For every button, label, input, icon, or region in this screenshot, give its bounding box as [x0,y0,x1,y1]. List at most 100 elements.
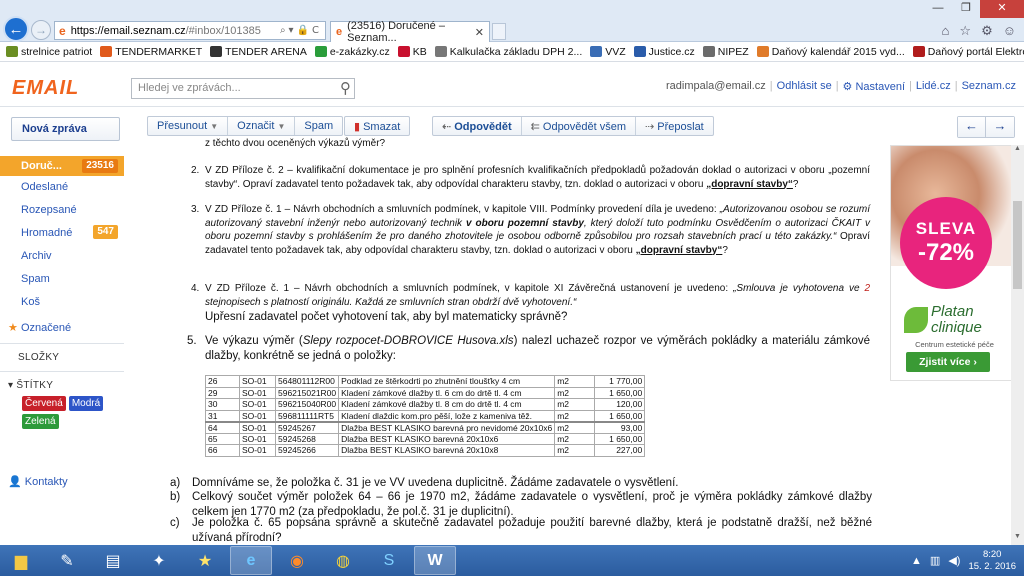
favorite-label: TENDER ARENA [225,45,307,58]
chrome-icon[interactable]: ◍ [322,546,364,575]
table-cell: 596215021R00 [274,386,340,399]
settings-link[interactable]: ⚙ Nastavení [843,80,905,93]
table-row: 29 SO-01 596215021R00 Kladení zámkové dlažb… [205,386,646,399]
ad-cta-label: Zjistit více [919,356,971,368]
firefox-icon[interactable]: ◉ [276,546,318,575]
people-link[interactable]: Lidé.cz [916,80,951,93]
sidebar-folder[interactable]: Doruč... 23516 [0,156,124,176]
sidebar-divider [0,371,124,372]
table-cell: SO-01 [239,420,276,434]
scanner-app-icon[interactable]: ✦ [138,546,180,575]
favorite-label: Daňový kalendář 2015 vyd... [771,45,905,58]
sidebar-folder[interactable]: Archiv [0,245,124,268]
trash-icon: ▮ [354,121,361,133]
minimize-button[interactable]: — [924,0,952,18]
table-cell: m2 [554,409,596,422]
table-cell: SO-01 [239,386,276,399]
advertisement-banner[interactable]: SLEVA -72% Platan clinique Centrum estet… [890,145,1017,381]
table-cell: Dlažba BEST KLASIKO barevná 20x10x6 [338,432,556,445]
favorites-star-icon[interactable]: ☆ [959,23,971,39]
paint-icon[interactable]: ✎ [46,546,88,575]
clock-date: 15. 2. 2016 [968,560,1016,572]
app-star-icon[interactable]: ★ [184,546,226,575]
favorite-favicon-icon [434,46,447,57]
search-icon[interactable]: ⚲ [340,79,351,97]
favorite-link[interactable]: strelnice patriot [6,46,92,58]
sidebar-folder[interactable]: Spam [0,268,124,291]
address-tools-icon[interactable]: ⌕▾🔒Ⅽ [280,25,325,36]
ad-brand: Platan clinique [931,304,982,336]
favorite-link[interactable]: VVZ [590,46,626,58]
forward-button[interactable]: → [31,20,51,40]
site-favicon-icon: e [59,23,66,38]
label-tag[interactable]: Modrá [68,396,104,411]
vertical-scrollbar[interactable]: ▲ ▼ [1011,145,1024,545]
favorite-link[interactable]: Justice.cz [633,46,695,58]
sidebar-folder[interactable]: Rozepsané [0,199,124,222]
sidebar-folder[interactable]: Koš [0,291,124,314]
forward-mail-button[interactable]: ⇢ Přeposlat [636,117,713,135]
favorite-link[interactable]: NIPEZ [702,46,749,58]
close-window-button[interactable]: ✕ [980,0,1024,18]
reply-button[interactable]: ⇠ Odpovědět [433,117,522,135]
home-icon[interactable]: ⌂ [942,23,950,39]
sidebar-folder[interactable]: Hromadné 547 [0,222,124,245]
network-icon[interactable]: ▥ [930,554,940,567]
seznam-link[interactable]: Seznam.cz [962,80,1016,93]
contacts-link[interactable]: 👤 Kontakty [8,475,68,488]
logout-link[interactable]: Odhlásit se [777,80,832,93]
scroll-down-icon[interactable]: ▼ [1011,533,1024,545]
spam-button[interactable]: Spam [295,117,342,135]
ad-cta-button[interactable]: Zjistit více › [906,352,990,372]
mark-button[interactable]: Označit ▼ [228,117,296,135]
favorite-link[interactable]: e-zakázky.cz [314,46,390,58]
back-button[interactable]: ← [3,16,29,42]
sidebar-folder[interactable]: ★ Označené [0,317,124,340]
table-cell: m2 [554,432,596,445]
printer-icon[interactable]: ▤ [92,546,134,575]
p3-quote-bold: v oboru pozemní stavby [465,217,584,229]
labels-section-toggle[interactable]: ▾ ŠTÍTKY [0,375,124,396]
scrollbar-thumb[interactable] [1013,201,1022,289]
clock[interactable]: 8:20 15. 2. 2016 [968,549,1016,573]
settings-gear-icon[interactable]: ⚙ [981,23,993,39]
sidebar-folder[interactable]: Odeslané [0,176,124,199]
table-cell: SO-01 [239,375,276,388]
favorite-link[interactable]: Daňový kalendář 2015 vyd... [756,45,905,58]
reply-all-button[interactable]: ⇇ Odpovědět všem [522,117,637,135]
settings-label: Nastavení [855,81,905,93]
favorite-link[interactable]: Daňový portál Elektronick... [912,46,1024,58]
paragraph-number: 5. [187,335,197,347]
maximize-button[interactable]: ❐ [952,0,980,18]
folder-label: Spam [21,273,50,285]
label-tag[interactable]: Zelená [22,414,59,429]
tab-inbox[interactable]: e (23516) Doručené – Seznam... ✕ [330,20,490,44]
move-button[interactable]: Přesunout ▼ [148,117,229,135]
file-explorer-icon[interactable]: ▆ [0,546,42,575]
email-logo[interactable]: EMAIL [12,77,79,100]
internet-explorer-icon[interactable]: e [230,546,272,575]
skype-icon[interactable]: S [368,546,410,575]
folders-section-toggle[interactable]: SLOŽKY [0,347,124,368]
smiley-icon[interactable]: ☺ [1003,23,1016,39]
tray-arrow-icon[interactable]: ▲ [911,555,922,567]
search-input[interactable]: Hledej ve zprávách... ⚲ [131,78,355,99]
new-tab-button[interactable] [492,23,506,40]
delete-button[interactable]: ▮ Smazat [345,117,409,135]
word-icon[interactable]: W [414,546,456,575]
favorite-link[interactable]: Kalkulačka základu DPH 2... [434,46,582,58]
volume-icon[interactable]: ◀) [948,554,960,567]
scroll-up-icon[interactable]: ▲ [1011,145,1024,157]
favorite-link[interactable]: TENDERMARKET [100,46,202,58]
tab-close-icon[interactable]: ✕ [475,26,484,39]
prev-message-arrow-icon[interactable]: ← [958,117,986,137]
p3-text: V ZD Příloze č. 1 – Návrh obchodních a s… [205,204,720,215]
favorite-link[interactable]: TENDER ARENA [210,46,307,58]
favorite-favicon-icon [397,46,410,57]
favorite-link[interactable]: KB [397,46,427,58]
forward-icon: ⇢ [645,121,655,133]
address-bar[interactable]: e https://email.seznam.cz /#inbox/101385… [54,21,326,40]
new-mail-button[interactable]: Nová zpráva [11,117,120,141]
next-message-arrow-icon[interactable]: → [986,117,1014,137]
label-tag[interactable]: Červená [22,396,66,411]
